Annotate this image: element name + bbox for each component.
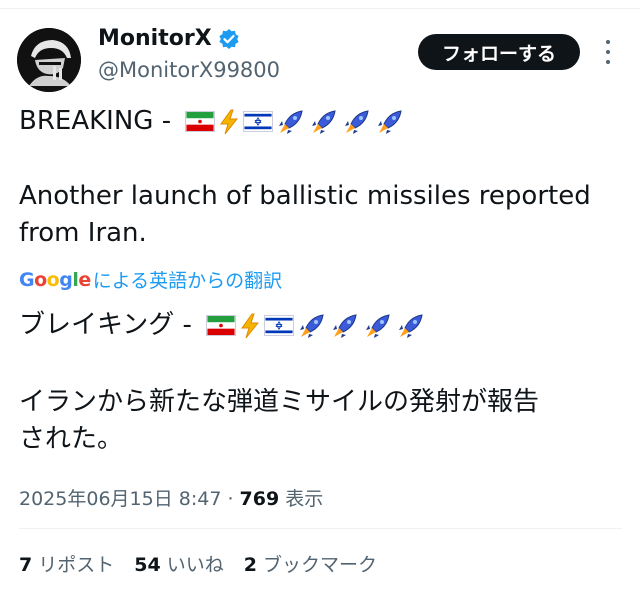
tweet-meta: 2025年06月15日 8:47 · 769 表示 [19,484,323,511]
views-label: 表示 [279,488,324,510]
user-name-row[interactable]: MonitorX [98,26,240,51]
rocket-icon [300,313,324,338]
views-count: 769 [239,488,280,510]
translation-link-label[interactable]: による英語からの翻訳 [93,266,282,293]
reposts-count: 7 [19,554,33,576]
top-divider [0,8,640,9]
verified-badge-icon [218,28,240,50]
rocket-icon [399,313,423,338]
avatar[interactable] [17,28,81,92]
translated-body-line-2: された。 [19,424,124,454]
emoji-sequence [185,107,405,137]
lightning-icon [220,109,239,134]
rocket-icon [378,109,402,134]
google-logo: Google [19,268,91,291]
likes-stat[interactable]: 54 いいね [134,550,223,577]
follow-button[interactable]: フォローする [418,34,580,70]
iran-flag-icon [206,315,237,336]
israel-flag-icon [243,111,274,132]
translation-link[interactable]: Google による英語からの翻訳 [19,266,282,293]
rocket-icon [345,109,369,134]
original-body-line-2: from Iran. [19,218,147,248]
iran-flag-icon [185,111,216,132]
avatar-image [17,28,81,92]
likes-label: いいね [166,554,224,576]
rocket-icon [366,313,390,338]
engagement-stats: 7 リポスト 54 いいね 2 ブックマーク [19,550,377,577]
original-headline: BREAKING - [19,104,405,138]
reposts-label: リポスト [38,554,115,576]
reposts-stat[interactable]: 7 リポスト [19,550,114,577]
display-name[interactable]: MonitorX [98,26,212,51]
israel-flag-icon [264,315,295,336]
stats-divider [19,528,622,529]
more-dot [606,60,610,64]
rocket-icon [279,109,303,134]
bookmarks-count: 2 [243,554,257,576]
lightning-icon [241,313,260,338]
translated-prefix: ブレイキング - [19,310,192,340]
translated-headline: ブレイキング - [19,308,426,342]
likes-count: 54 [134,554,161,576]
user-handle[interactable]: @MonitorX99800 [98,58,280,82]
more-dot [606,40,610,44]
more-options-icon[interactable] [601,40,615,64]
more-dot [606,50,610,54]
bookmarks-label: ブックマーク [262,554,377,576]
rocket-icon [333,313,357,338]
timestamp[interactable]: 2025年06月15日 8:47 · [19,488,240,510]
original-body-line-1: Another launch of ballistic missiles rep… [19,181,591,211]
rocket-icon [312,109,336,134]
translated-body-line-1: イランから新たな弾道ミサイルの発射が報告 [19,387,540,417]
original-prefix: BREAKING - [19,106,172,136]
bookmarks-stat[interactable]: 2 ブックマーク [244,550,377,577]
emoji-sequence [206,311,426,341]
